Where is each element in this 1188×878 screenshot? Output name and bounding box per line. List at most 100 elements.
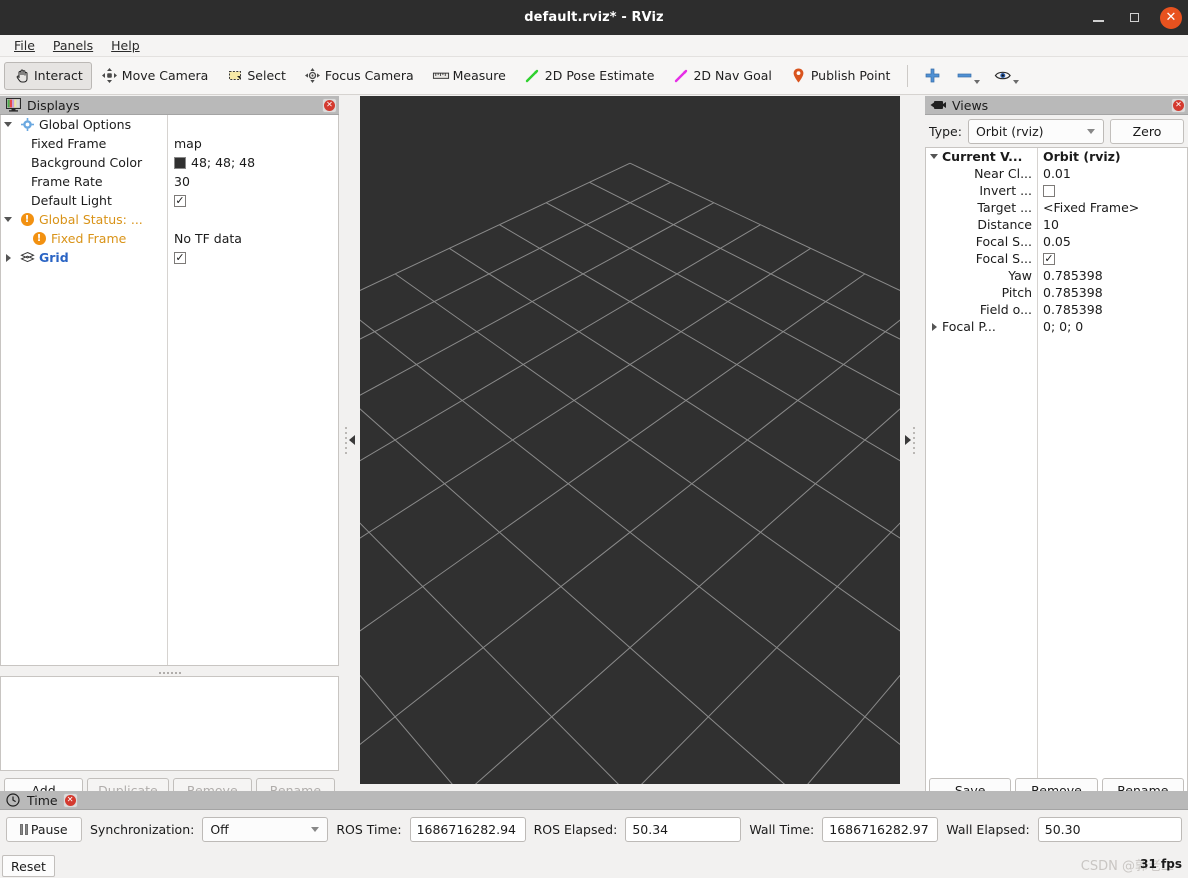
tool-2d-nav-goal-button[interactable]: 2D Nav Goal [663, 62, 780, 90]
chevron-down-icon[interactable] [1013, 80, 1019, 84]
render-viewport-3d[interactable] [360, 96, 900, 784]
table-row[interactable]: Default Light ✓ [1, 191, 338, 210]
color-swatch[interactable] [174, 157, 186, 169]
menu-file-label: File [14, 38, 35, 53]
table-row[interactable]: Focal S... 0.05 [926, 233, 1187, 250]
close-icon: ✕ [1166, 11, 1177, 24]
focal-shape-fixed-checkbox[interactable]: ✓ [1043, 253, 1055, 265]
chevron-down-icon[interactable] [974, 80, 980, 84]
zero-view-button[interactable]: Zero [1110, 119, 1184, 144]
table-row[interactable]: Field o... 0.785398 [926, 301, 1187, 318]
warning-icon: ! [31, 232, 47, 245]
menu-help[interactable]: Help [103, 36, 148, 55]
displays-tree[interactable]: Global Options Fixed Frame map Backgroun… [0, 115, 339, 666]
table-row[interactable]: Target ... <Fixed Frame> [926, 199, 1187, 216]
table-row[interactable]: Near Cl... 0.01 [926, 165, 1187, 182]
table-row[interactable]: Background Color 48; 48; 48 [1, 153, 338, 172]
views-property-tree[interactable]: Current V... Orbit (rviz) Near Cl... 0.0… [925, 147, 1188, 795]
displays-panel: Displays ✕ Global Options Fixed [0, 96, 339, 784]
tool-focus-camera-button[interactable]: Focus Camera [295, 62, 423, 90]
twisty-open-icon[interactable] [1, 122, 15, 127]
maximize-button[interactable] [1124, 8, 1144, 28]
table-row[interactable]: Frame Rate 30 [1, 172, 338, 191]
table-row[interactable]: ! Global Status: ... [1, 210, 338, 229]
views-panel-header: Views ✕ [925, 96, 1188, 115]
default-light-checkbox[interactable]: ✓ [174, 195, 186, 207]
tree-value[interactable]: <Fixed Frame> [1043, 200, 1139, 215]
right-splitter[interactable] [904, 96, 916, 784]
table-row[interactable]: Global Options [1, 115, 338, 134]
tree-label: Focal P... [942, 319, 1032, 334]
tree-value[interactable]: 0.05 [1043, 234, 1071, 249]
tree-label: Focal S... [976, 234, 1032, 249]
pause-button[interactable]: Pause [6, 817, 82, 842]
tree-value[interactable]: 48; 48; 48 [191, 155, 255, 170]
table-row[interactable]: Distance 10 [926, 216, 1187, 233]
tree-value[interactable]: 0; 0; 0 [1043, 319, 1083, 334]
tree-label: Frame Rate [31, 174, 103, 189]
tree-value[interactable]: 30 [174, 174, 190, 189]
tool-interact-button[interactable]: Interact [4, 62, 92, 90]
displays-panel-header: Displays ✕ [0, 96, 339, 115]
move-camera-icon [101, 67, 119, 85]
menu-panels[interactable]: Panels [45, 36, 101, 55]
tree-value[interactable]: 10 [1043, 217, 1059, 232]
invert-y-checkbox[interactable] [1043, 185, 1055, 197]
chevron-down-icon [1087, 129, 1095, 134]
table-row[interactable]: Pitch 0.785398 [926, 284, 1187, 301]
tree-value[interactable]: map [174, 136, 202, 151]
view-type-value: Orbit (rviz) [976, 124, 1081, 139]
twisty-closed-icon[interactable] [1, 254, 15, 262]
table-row[interactable]: Current V... Orbit (rviz) [926, 148, 1187, 165]
minimize-icon [1093, 20, 1104, 22]
left-splitter[interactable] [344, 96, 356, 784]
tool-measure-button[interactable]: Measure [423, 62, 515, 90]
tool-remove-button[interactable] [948, 62, 987, 90]
tool-2d-pose-estimate-label: 2D Pose Estimate [545, 68, 655, 83]
displays-close-button[interactable]: ✕ [322, 98, 337, 113]
tool-move-camera-button[interactable]: Move Camera [92, 62, 218, 90]
twisty-closed-icon[interactable] [926, 323, 942, 331]
tool-2d-pose-estimate-button[interactable]: 2D Pose Estimate [515, 62, 664, 90]
table-row[interactable]: Focal P... 0; 0; 0 [926, 318, 1187, 335]
tool-select-button[interactable]: Select [217, 62, 295, 90]
ros-time-input[interactable]: 1686716282.94 [410, 817, 526, 842]
tool-add-button[interactable] [916, 62, 948, 90]
collapse-right-arrow-icon[interactable] [905, 435, 911, 445]
menu-file[interactable]: File [6, 36, 43, 55]
tool-visibility-button[interactable] [987, 62, 1026, 90]
views-type-row: Type: Orbit (rviz) Zero [925, 115, 1188, 147]
tree-value[interactable]: 0.01 [1043, 166, 1071, 181]
views-column-divider[interactable] [1037, 148, 1038, 795]
tree-label: Pitch [1002, 285, 1032, 300]
tree-value[interactable]: 0.785398 [1043, 268, 1103, 283]
tool-publish-point-button[interactable]: Publish Point [781, 62, 900, 90]
ruler-icon [432, 67, 450, 85]
twisty-open-icon[interactable] [1, 217, 15, 222]
tree-value[interactable]: 0.785398 [1043, 302, 1103, 317]
close-button[interactable]: ✕ [1160, 7, 1182, 29]
table-row[interactable]: Yaw 0.785398 [926, 267, 1187, 284]
views-close-button[interactable]: ✕ [1171, 98, 1186, 113]
synchronization-select[interactable]: Off [202, 817, 328, 842]
tree-value[interactable]: 0.785398 [1043, 285, 1103, 300]
table-row[interactable]: ! Fixed Frame No TF data [1, 229, 338, 248]
table-row[interactable]: Focal S... ✓ [926, 250, 1187, 267]
wall-time-input[interactable]: 1686716282.97 [822, 817, 938, 842]
wall-elapsed-input[interactable]: 50.30 [1038, 817, 1182, 842]
eye-icon [994, 67, 1012, 85]
reset-button[interactable]: Reset [2, 855, 55, 877]
minimize-button[interactable] [1088, 8, 1108, 28]
tool-focus-camera-label: Focus Camera [325, 68, 414, 83]
ros-elapsed-input[interactable]: 50.34 [625, 817, 741, 842]
wall-time-value: 1686716282.97 [829, 822, 928, 837]
grid-enabled-checkbox[interactable]: ✓ [174, 252, 186, 264]
time-close-button[interactable]: ✕ [63, 793, 78, 808]
table-row[interactable]: Fixed Frame map [1, 134, 338, 153]
displays-column-divider[interactable] [167, 115, 168, 666]
view-type-select[interactable]: Orbit (rviz) [968, 119, 1104, 144]
twisty-open-icon[interactable] [926, 154, 942, 159]
table-row[interactable]: Invert ... [926, 182, 1187, 199]
collapse-left-arrow-icon[interactable] [349, 435, 355, 445]
table-row[interactable]: Grid ✓ [1, 248, 338, 267]
